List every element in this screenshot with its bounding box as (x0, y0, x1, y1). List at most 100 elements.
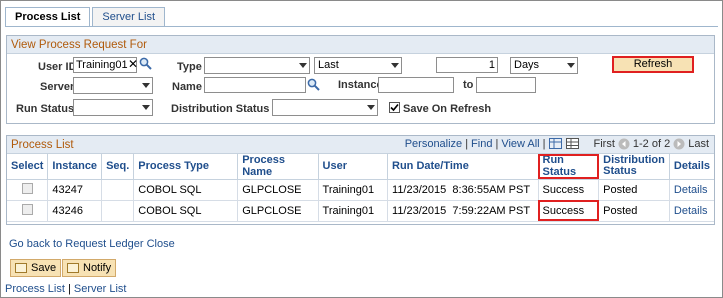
clear-icon[interactable]: ✕ (128, 57, 138, 71)
details-link[interactable]: Details (669, 179, 714, 201)
run-date: 11/23/2015 (392, 183, 447, 196)
lookup-icon[interactable] (307, 78, 320, 91)
request-panel-header: View Process Request For (7, 36, 714, 54)
page-range: 1-2 of 2 (632, 138, 671, 150)
instance-label: Instance (338, 79, 383, 91)
tab-bar: Process List Server List (5, 7, 167, 27)
bottom-links: Process List | Server List (5, 283, 126, 295)
process-list-grid: Process List Personalize | Find | View A… (6, 135, 715, 225)
save-on-refresh-label: Save On Refresh (403, 103, 492, 115)
col-run-status[interactable]: Run Status (538, 154, 600, 180)
process-name-cell: GLPCLOSE (237, 179, 319, 201)
save-button[interactable]: Save (10, 259, 62, 277)
tab-server-list[interactable]: Server List (92, 7, 165, 27)
table-header-row: Select Instance Seq. Process Type Proces… (7, 154, 714, 180)
save-icon (15, 263, 27, 273)
row-checkbox[interactable] (21, 203, 33, 215)
seq-cell (101, 179, 135, 201)
server-list-link[interactable]: Server List (74, 283, 127, 295)
process-type-cell: COBOL SQL (133, 179, 239, 201)
instance-cell: 43246 (47, 200, 103, 222)
select-cell[interactable] (7, 179, 49, 201)
save-button-label: Save (31, 262, 57, 274)
run-datetime-cell: 11/23/2015 8:36:55AM PST (387, 179, 539, 201)
grid-icon[interactable] (565, 138, 580, 150)
col-distribution-status[interactable]: Distribution Status (598, 154, 670, 180)
server-label: Server (40, 81, 75, 93)
run-status-cell: Success (538, 179, 600, 201)
refresh-button[interactable]: Refresh (612, 56, 694, 73)
row-checkbox[interactable] (21, 182, 33, 194)
distribution-status-select[interactable] (272, 99, 378, 116)
table-row: 43247 COBOL SQL GLPCLOSE Training01 11/2… (7, 179, 714, 201)
notify-button-label: Notify (83, 262, 112, 274)
run-datetime-cell: 11/23/2015 7:59:22AM PST (387, 200, 539, 222)
previous-icon[interactable] (618, 138, 630, 150)
view-all-link[interactable]: View All (501, 138, 539, 150)
run-status-label: Run Status (16, 103, 75, 115)
chevron-down-icon (299, 63, 307, 68)
chevron-down-icon (142, 105, 150, 110)
notify-button[interactable]: Notify (62, 259, 117, 277)
col-user[interactable]: User (318, 154, 389, 180)
nav-separator: | (542, 138, 546, 150)
save-on-refresh-checkbox[interactable] (389, 102, 400, 113)
col-process-type[interactable]: Process Type (133, 154, 239, 180)
notify-icon (67, 263, 79, 273)
chevron-down-icon (391, 63, 399, 68)
col-details[interactable]: Details (669, 154, 714, 180)
type-select[interactable] (204, 57, 310, 74)
instance-to-input[interactable] (476, 77, 536, 93)
distribution-status-label: Distribution Status (171, 103, 270, 115)
tab-process-list[interactable]: Process List (5, 7, 91, 27)
server-select[interactable] (73, 77, 153, 94)
name-label: Name (172, 81, 202, 93)
col-process-name[interactable]: Process Name (237, 154, 319, 180)
run-time: 7:59:22AM PST (452, 204, 531, 217)
period-value: Last (318, 59, 339, 71)
period-select[interactable]: Last (314, 57, 402, 74)
find-link[interactable]: Find (471, 138, 492, 150)
grid-header-bar: Process List Personalize | Find | View A… (7, 136, 714, 154)
col-select: Select (7, 154, 49, 180)
col-seq[interactable]: Seq. (101, 154, 135, 180)
lookup-icon[interactable] (139, 57, 152, 70)
process-type-cell: COBOL SQL (133, 200, 239, 222)
personalize-link[interactable]: Personalize (405, 138, 462, 150)
nav-separator: | (465, 138, 469, 150)
period-count-value: 1 (488, 59, 495, 71)
link-separator: | (67, 283, 71, 295)
process-name-cell: GLPCLOSE (237, 200, 319, 222)
nav-separator: | (495, 138, 499, 150)
instance-from-input[interactable] (378, 77, 454, 93)
col-instance[interactable]: Instance (47, 154, 103, 180)
table-row: 43246 COBOL SQL GLPCLOSE Training01 11/2… (7, 200, 714, 222)
details-link[interactable]: Details (669, 200, 714, 222)
first-label: First (593, 138, 615, 150)
tab-divider (5, 26, 718, 27)
user-id-value: Training01 (76, 59, 128, 71)
next-icon[interactable] (673, 138, 685, 150)
type-label: Type (177, 61, 202, 73)
go-back-link[interactable]: Go back to Request Ledger Close (9, 238, 175, 250)
run-time: 8:36:55AM PST (452, 183, 531, 196)
col-run-datetime[interactable]: Run Date/Time (387, 154, 539, 180)
period-unit-select[interactable]: Days (510, 57, 578, 74)
last-label: Last (688, 138, 709, 150)
download-icon[interactable] (548, 138, 563, 150)
name-input[interactable] (204, 77, 306, 93)
user-id-label: User ID (38, 61, 77, 73)
user-cell: Training01 (318, 179, 389, 201)
instance-to-label: to (463, 79, 474, 91)
process-list-link[interactable]: Process List (5, 283, 65, 295)
period-count-input[interactable]: 1 (436, 57, 498, 73)
checkmark-icon (390, 103, 399, 112)
run-status-select[interactable] (73, 99, 153, 116)
select-cell[interactable] (7, 200, 49, 222)
chevron-down-icon (567, 63, 575, 68)
grid-title: Process List (11, 139, 74, 151)
seq-cell (101, 200, 135, 222)
chevron-down-icon (142, 83, 150, 88)
instance-cell: 43247 (47, 179, 103, 201)
grid-navigation: Personalize | Find | View All | First 1-… (405, 138, 709, 150)
